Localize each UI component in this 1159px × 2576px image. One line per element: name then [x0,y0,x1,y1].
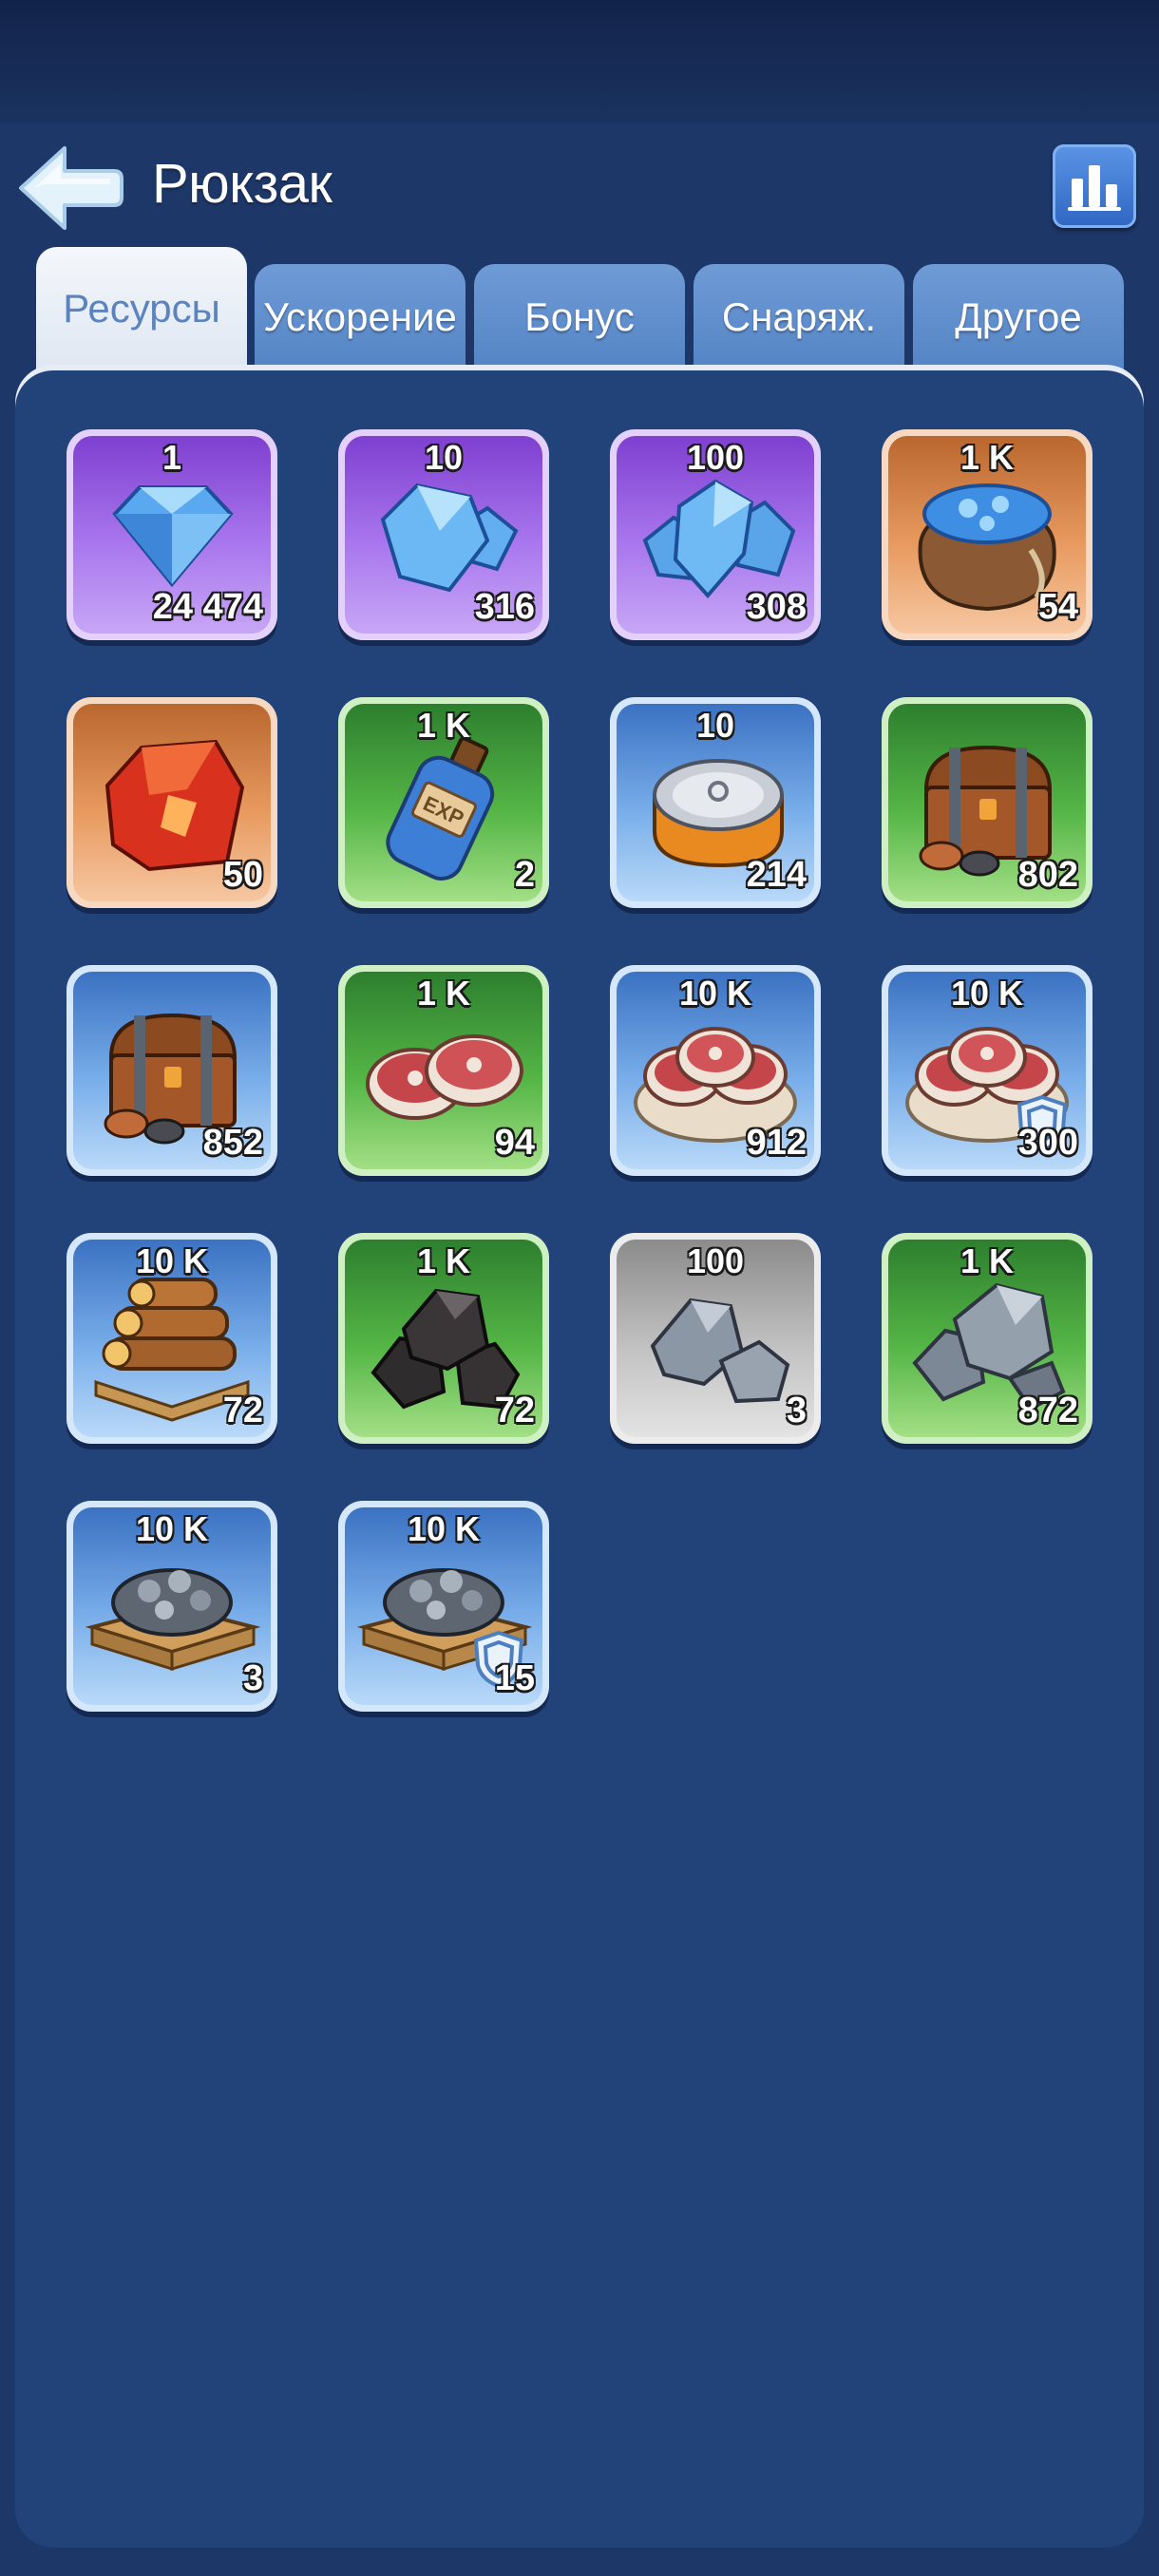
item-count-label: 94 [494,1123,535,1163]
tab-resources[interactable]: Ресурсы [36,247,247,370]
item-count-label: 300 [1017,1123,1078,1163]
item-gems-100[interactable]: 100 308 [610,429,821,640]
item-gems-10[interactable]: 10 316 [338,429,549,640]
item-amount-label: 10 K [135,1509,209,1548]
page-title: Рюкзак [152,153,332,215]
item-count-label: 3 [786,1391,807,1430]
item-amount-label: 10 K [135,1241,209,1280]
back-arrow-icon [19,146,124,230]
item-amount-label: 100 [686,1241,745,1280]
item-amount-label: 1 K [960,1241,1015,1280]
item-amount-label: 10 K [678,974,752,1013]
item-count-label: 316 [474,587,535,627]
item-resource-chest-green[interactable]: 802 [882,697,1092,908]
item-gems-1[interactable]: 1 24 474 [66,429,277,640]
item-coal-1k[interactable]: 1 K 72 [338,1233,549,1444]
item-canned-food[interactable]: 10 214 [610,697,821,908]
item-amount-label: 1 [162,438,182,477]
item-count-label: 912 [746,1123,807,1163]
item-count-label: 50 [222,855,263,895]
header: Рюкзак [0,123,1159,247]
item-exp-potion[interactable]: EXP 1 K 2 [338,697,549,908]
status-bar [0,0,1159,123]
item-gems-1k[interactable]: 1 K 54 [882,429,1092,640]
tab-gear[interactable]: Снаряж. [694,264,904,370]
item-count-label: 802 [1017,855,1078,895]
tab-speedups[interactable]: Ускорение [255,264,466,370]
bar-chart-icon [1068,165,1121,211]
item-count-label: 72 [222,1391,263,1430]
tab-bar: Ресурсы Ускорение Бонус Снаряж. Другое [0,247,1159,370]
item-meat-1k[interactable]: 1 K 94 [338,965,549,1176]
item-amount-label: 1 K [960,438,1015,477]
item-wood-10k[interactable]: 10 K 72 [66,1233,277,1444]
item-amount-label: 100 [686,438,745,477]
item-amount-label: 1 K [416,1241,471,1280]
item-meat-10k-protected[interactable]: 10 K 300 [882,965,1092,1176]
item-resource-chest-blue[interactable]: 852 [66,965,277,1176]
tab-other[interactable]: Другое [913,264,1124,370]
item-count-label: 72 [494,1391,535,1430]
item-red-crystal[interactable]: 50 [66,697,277,908]
item-amount-label: 10 K [950,974,1024,1013]
item-count-label: 214 [746,855,807,895]
item-amount-label: 10 [695,706,735,745]
item-stone-100[interactable]: 100 3 [610,1233,821,1444]
item-iron-10k[interactable]: 10 K 3 [66,1501,277,1712]
back-button[interactable] [15,141,124,236]
item-count-label: 308 [746,587,807,627]
item-count-label: 2 [514,855,535,895]
item-count-label: 54 [1037,587,1078,627]
item-iron-10k-protected[interactable]: 10 K 15 [338,1501,549,1712]
item-amount-label: 1 K [416,974,471,1013]
item-count-label: 872 [1017,1391,1078,1430]
item-amount-label: 10 [424,438,464,477]
item-count-label: 15 [494,1658,535,1698]
tab-bonus[interactable]: Бонус [474,264,685,370]
item-count-label: 3 [242,1658,263,1698]
item-stone-1k[interactable]: 1 K 872 [882,1233,1092,1444]
stats-button[interactable] [1053,144,1136,228]
item-amount-label: 10 K [407,1509,481,1548]
item-meat-10k[interactable]: 10 K 912 [610,965,821,1176]
item-count-label: 24 474 [152,587,263,627]
item-count-label: 852 [202,1123,263,1163]
item-amount-label: 1 K [416,706,471,745]
